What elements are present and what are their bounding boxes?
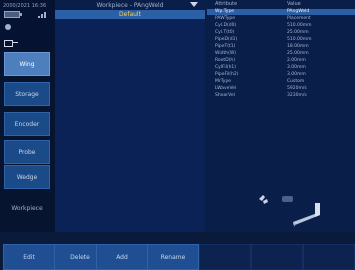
probe-connector-icon [4, 40, 18, 47]
property-row[interactable]: PipeD(d1) 510.00mm [207, 37, 355, 43]
nav-item-encoder[interactable]: Encoder [4, 112, 50, 136]
nav-item-label: Probe [18, 148, 36, 156]
indicator-icon [5, 24, 11, 30]
property-row[interactable]: MrType Custom [207, 79, 355, 85]
pipe-icon [282, 196, 293, 202]
add-button-label: Add [116, 253, 128, 261]
property-value: 510.00mm [287, 23, 312, 28]
delete-button-label: Delete [70, 253, 90, 261]
nav-item-wing[interactable]: Wing [4, 52, 50, 76]
attribute-header: Attribute [215, 1, 238, 7]
nav-item-workpiece[interactable]: Workpiece [4, 196, 50, 220]
nav-item-label: Workpiece [11, 204, 43, 212]
property-row[interactable]: CylFil(h1) 3.00mm [207, 65, 355, 71]
status-area: 2000/2021 16:36 [0, 0, 55, 47]
nav-item-wedge[interactable]: Wedge [4, 165, 50, 189]
toolbar-empty-slot [251, 244, 303, 270]
workpiece-list[interactable] [55, 19, 205, 232]
property-value: Placement [287, 16, 311, 21]
workpiece-title-label: Workpiece - PAngWeld [96, 1, 164, 9]
property-key: Wp.Type [215, 9, 235, 14]
property-value: 510.00mm [287, 37, 312, 42]
toolbar-empty-slot [303, 244, 355, 270]
nav-item-storage[interactable]: Storage [4, 82, 50, 106]
property-value: 25.00mm [287, 30, 309, 35]
workpiece-preview [259, 195, 320, 227]
nav-item-probe[interactable]: Probe [4, 140, 50, 164]
properties-header: Attribute Value [207, 0, 355, 8]
property-value: 3230m/s [287, 93, 307, 98]
property-key: CylFil(h1) [215, 65, 237, 70]
nav-item-label: Wing [19, 60, 35, 68]
nav-item-label: Encoder [14, 120, 40, 128]
property-value: 25.00mm [287, 51, 309, 56]
property-value: PAngWeld [287, 9, 310, 14]
property-key: Width(W) [215, 51, 237, 56]
workpiece-item-label: Default [119, 11, 141, 18]
property-key: LWaveVel [215, 86, 237, 91]
property-value: 3.00mm [287, 65, 306, 70]
property-key: ShearVel [215, 93, 235, 98]
property-value: 5920m/s [287, 86, 307, 91]
property-row[interactable]: ShearVel 3230m/s [207, 93, 355, 99]
signal-icon [38, 10, 48, 18]
property-row[interactable]: Cyl.D(d0) 510.00mm [207, 23, 355, 29]
property-value: 18.00mm [287, 44, 309, 49]
edit-button[interactable]: Edit [3, 244, 55, 270]
property-row[interactable]: PipeT(t1) 18.00mm [207, 44, 355, 50]
property-key: PipeD(d1) [215, 37, 238, 42]
probe-icon [259, 195, 268, 204]
chevron-down-icon[interactable] [190, 2, 198, 7]
property-key: Cyl.D(d0) [215, 23, 237, 28]
nav-item-label: Wedge [16, 173, 38, 181]
property-key: PipeFil(h2) [215, 72, 239, 77]
property-value: 3.00mm [287, 72, 306, 77]
property-key: Cyl.T(t0) [215, 30, 235, 35]
property-key: PAWType [215, 16, 236, 21]
property-key: RootD(h) [215, 58, 236, 63]
property-row[interactable]: Cyl.T(t0) 25.00mm [207, 30, 355, 36]
property-key: PipeT(t1) [215, 44, 236, 49]
property-row[interactable]: PipeFil(h2) 3.00mm [207, 72, 355, 78]
workpiece-list-item-selected[interactable]: Default [55, 10, 205, 19]
workpiece-title[interactable]: Workpiece - PAngWeld [55, 0, 205, 10]
rename-button[interactable]: Rename [147, 244, 199, 270]
property-row[interactable]: LWaveVel 5920m/s [207, 86, 355, 92]
add-button[interactable]: Add [96, 244, 148, 270]
weld-geometry-icon [293, 203, 320, 227]
property-key: MrType [215, 79, 232, 84]
rename-button-label: Rename [160, 253, 186, 261]
property-row[interactable]: Wp.Type PAngWeld [207, 9, 355, 15]
toolbar-empty-slot [199, 244, 251, 270]
property-row[interactable]: PAWType Placement [207, 16, 355, 22]
property-row[interactable]: RootD(h) 2.00mm [207, 58, 355, 64]
battery-icon [4, 11, 22, 18]
property-value: 2.00mm [287, 58, 306, 63]
value-header: Value [287, 1, 301, 7]
status-timestamp: 2000/2021 16:36 [3, 3, 47, 9]
property-row[interactable]: Width(W) 25.00mm [207, 51, 355, 57]
property-value: Custom [287, 79, 305, 84]
left-sidebar: 2000/2021 16:36 Wing Storage Encoder Pro… [0, 0, 55, 232]
edit-button-label: Edit [23, 253, 35, 261]
app-window: 2000/2021 16:36 Wing Storage Encoder Pro… [0, 0, 355, 270]
nav-item-label: Storage [15, 90, 39, 98]
